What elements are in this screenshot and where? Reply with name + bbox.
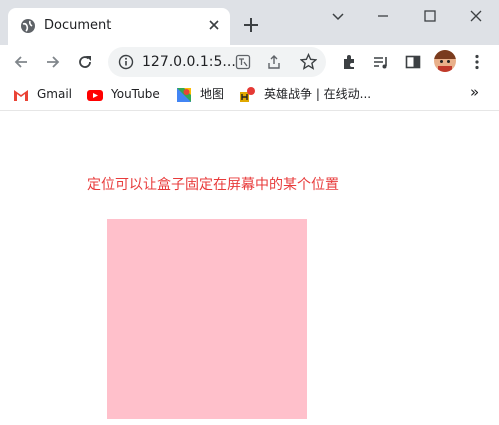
forward-icon[interactable] xyxy=(44,53,62,71)
avatar[interactable] xyxy=(434,50,456,72)
gmail-icon xyxy=(14,90,28,101)
bookmark-gmail[interactable]: Gmail xyxy=(37,87,72,101)
fixed-pink-box xyxy=(107,219,307,419)
info-icon[interactable] xyxy=(118,54,134,70)
url-text: 127.0.0.1:5... xyxy=(142,54,236,70)
chevron-down-icon[interactable] xyxy=(330,8,346,24)
page-headline: 定位可以让盒子固定在屏幕中的某个位置 xyxy=(87,177,339,193)
maximize-icon[interactable] xyxy=(422,8,438,24)
back-icon[interactable] xyxy=(12,53,30,71)
star-icon[interactable] xyxy=(300,53,317,70)
more-bookmarks-button[interactable]: » xyxy=(470,85,479,100)
translate-icon[interactable] xyxy=(235,54,251,70)
browser-toolbar: 127.0.0.1:5... xyxy=(0,45,499,79)
bookmark-hero-war[interactable]: 英雄战争 | 在线动... xyxy=(264,87,371,101)
tab-title: Document xyxy=(44,18,112,33)
close-window-icon[interactable] xyxy=(468,8,484,24)
bookmark-youtube[interactable]: YouTube xyxy=(111,87,160,101)
reload-icon[interactable] xyxy=(76,53,94,71)
share-icon[interactable] xyxy=(266,54,282,70)
maps-icon xyxy=(177,88,191,102)
extensions-icon[interactable] xyxy=(340,53,358,71)
tab-document[interactable]: Document xyxy=(8,8,230,45)
globe-icon xyxy=(21,19,35,33)
bookmarks-bar: Gmail YouTube 地图 英雄战争 | 在线动... » xyxy=(0,79,499,111)
address-bar[interactable]: 127.0.0.1:5... xyxy=(108,47,326,77)
close-tab-icon[interactable] xyxy=(208,19,220,31)
new-tab-icon[interactable] xyxy=(242,16,260,34)
youtube-icon xyxy=(87,90,103,101)
bookmark-maps[interactable]: 地图 xyxy=(200,87,224,101)
browser-titlebar: Document xyxy=(0,0,499,45)
media-playlist-icon[interactable] xyxy=(372,53,390,71)
page-content: 定位可以让盒子固定在屏幕中的某个位置 xyxy=(0,111,499,425)
minimize-icon[interactable] xyxy=(375,8,391,24)
side-panel-icon[interactable] xyxy=(404,53,422,71)
game-icon xyxy=(240,87,255,102)
more-options-icon[interactable] xyxy=(468,53,486,71)
